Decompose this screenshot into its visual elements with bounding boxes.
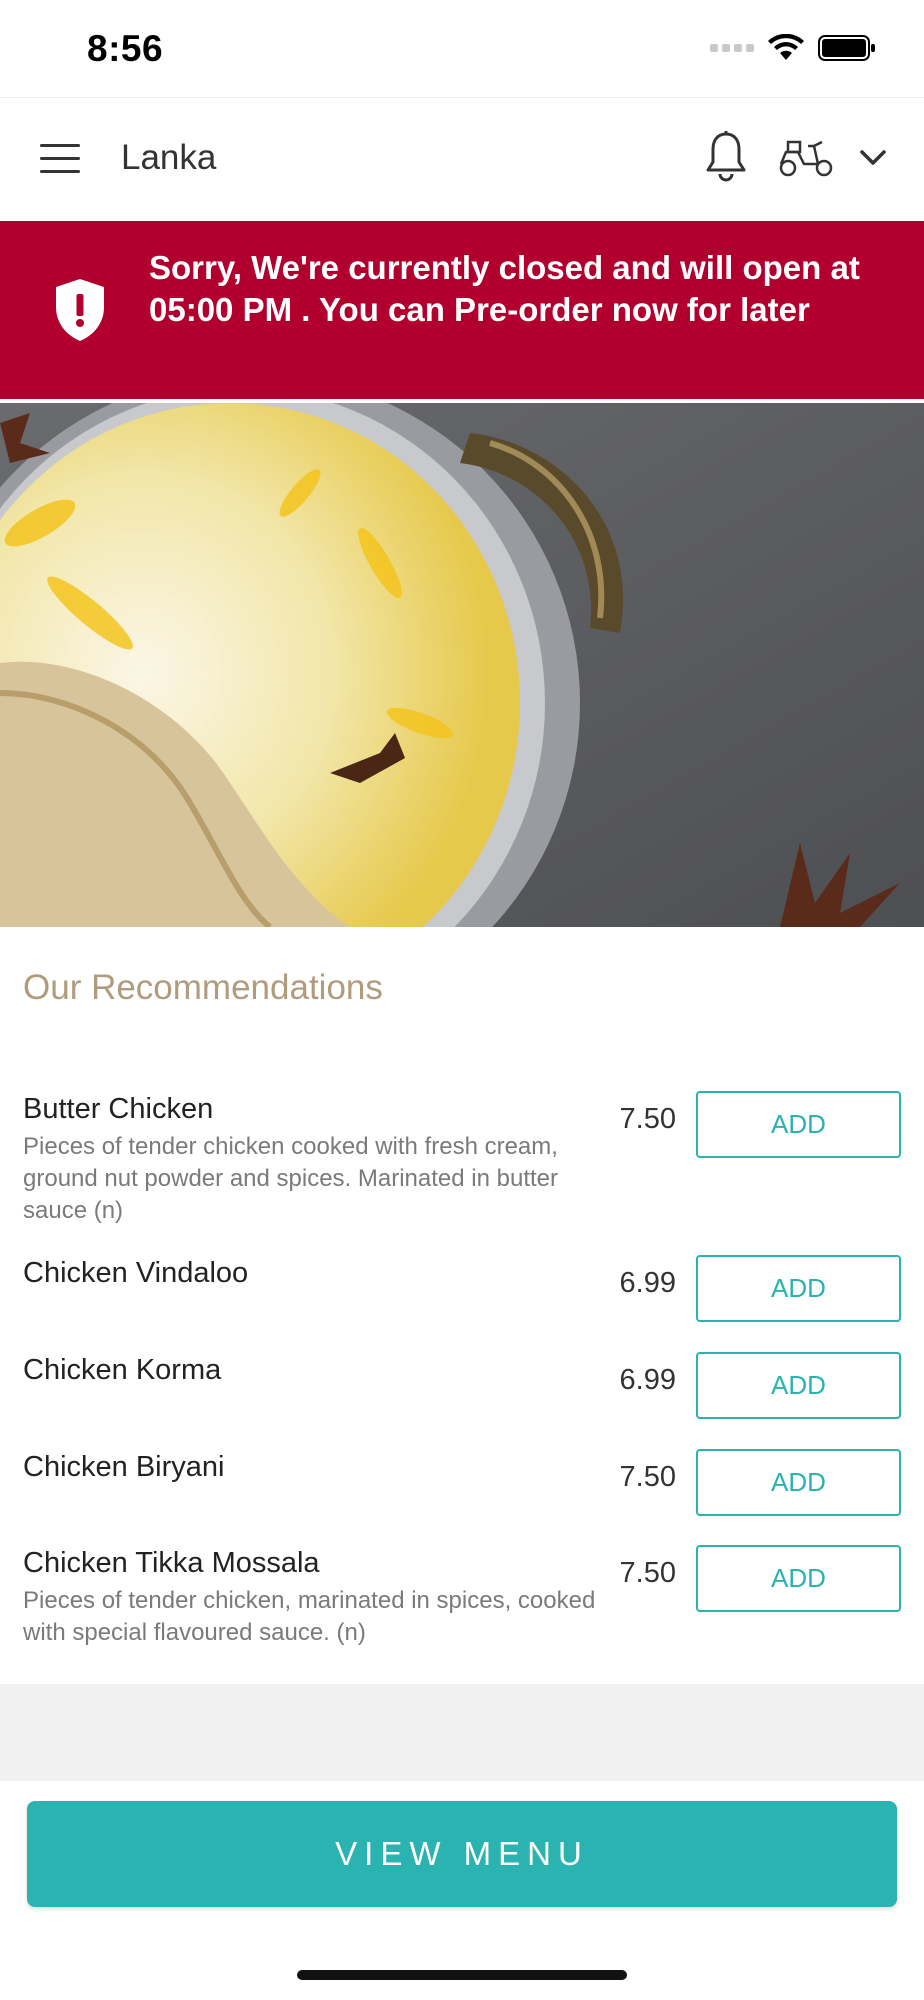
item-price: 7.50 xyxy=(619,1461,676,1493)
view-menu-button[interactable]: VIEW MENU xyxy=(27,1801,897,1907)
closed-banner: Sorry, We're currently closed and will o… xyxy=(0,221,924,399)
battery-icon xyxy=(818,35,875,61)
item-price: 7.50 xyxy=(619,1557,676,1589)
store-name: Lanka xyxy=(121,138,217,177)
item-description: Pieces of tender chicken cooked with fre… xyxy=(23,1133,558,1224)
top-navigation: Lanka xyxy=(0,97,924,221)
item-name: Chicken Vindaloo xyxy=(23,1257,249,1289)
delivery-scooter-icon[interactable] xyxy=(778,134,834,180)
status-time: 8:56 xyxy=(87,28,164,69)
item-name: Butter Chicken xyxy=(23,1093,214,1125)
item-name: Chicken Biryani xyxy=(23,1451,225,1483)
add-button[interactable]: ADD xyxy=(696,1545,901,1612)
cellular-signal-icon xyxy=(710,44,754,52)
item-price: 6.99 xyxy=(619,1267,676,1299)
menu-icon[interactable] xyxy=(40,144,80,174)
add-button[interactable]: ADD xyxy=(696,1091,901,1158)
chevron-down-icon[interactable] xyxy=(858,144,888,170)
status-icons xyxy=(710,34,876,62)
add-button[interactable]: ADD xyxy=(696,1449,901,1516)
wifi-icon xyxy=(768,34,804,60)
item-name: Chicken Korma xyxy=(23,1354,222,1386)
item-price: 6.99 xyxy=(619,1364,676,1396)
closed-message: Sorry, We're currently closed and will o… xyxy=(149,249,860,328)
home-indicator xyxy=(297,1970,627,1980)
bell-icon[interactable] xyxy=(704,130,748,182)
hero-food-image xyxy=(0,403,924,927)
status-bar: 8:56 xyxy=(0,0,924,97)
item-name: Chicken Tikka Mossala xyxy=(23,1547,320,1579)
shield-alert-icon xyxy=(56,279,104,341)
item-price: 7.50 xyxy=(619,1103,676,1135)
section-divider xyxy=(0,1684,924,1781)
add-button[interactable]: ADD xyxy=(696,1255,901,1322)
recommendations-title: Our Recommendations xyxy=(23,968,383,1007)
add-button[interactable]: ADD xyxy=(696,1352,901,1419)
item-description: Pieces of tender chicken, marinated in s… xyxy=(23,1587,596,1646)
